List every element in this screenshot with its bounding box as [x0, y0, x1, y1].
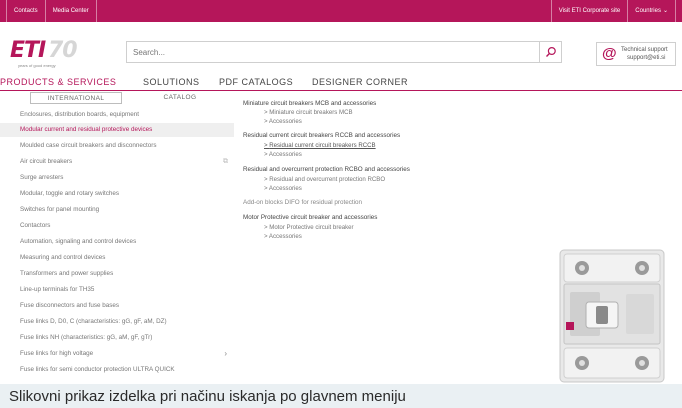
section-title[interactable]: Residual current circuit breakers RCCB a… [243, 132, 400, 139]
logo-tagline: years of good energy [18, 63, 56, 68]
subcategory-link[interactable]: > Accessories [264, 118, 302, 125]
category-label: Automation, signaling and control device… [20, 238, 137, 245]
subcategory-label: Accessories [268, 151, 302, 158]
category-item[interactable]: Fuse links D, D0, C (characteristics: gG… [0, 315, 234, 329]
category-item[interactable]: Measuring and control devices [0, 251, 234, 265]
subcategory-link[interactable]: > Accessories [264, 233, 302, 240]
subcategory-link[interactable]: > Miniature circuit breakers MCB [264, 109, 353, 116]
nav-pdf-catalogs[interactable]: PDF CATALOGS [219, 77, 293, 87]
contacts-link[interactable]: Contacts [6, 0, 46, 22]
category-label: Fuse links for semi conductor protection… [20, 366, 175, 373]
support-email: support@eti.si [627, 55, 666, 61]
subcategory-link[interactable]: > Accessories [264, 185, 302, 192]
category-item[interactable]: Contactors [0, 219, 234, 233]
category-label: Fuse links D, D0, C (characteristics: gG… [20, 318, 167, 325]
nav-solutions[interactable]: SOLUTIONS [143, 77, 200, 87]
subcategory-label: Motor Protective circuit breaker [269, 224, 354, 231]
category-subtabs: INTERNATIONAL CATALOG [0, 92, 234, 106]
category-label: Measuring and control devices [20, 254, 106, 261]
category-item[interactable]: Moulded case circuit breakers and discon… [0, 139, 234, 153]
subcategory-label: Residual current circuit breakers RCCB [269, 142, 376, 149]
category-item[interactable]: Enclosures, distribution boards, equipme… [0, 108, 234, 122]
subtab-catalog[interactable]: CATALOG [150, 92, 210, 104]
main-nav: PRODUCTS & SERVICES SOLUTIONS PDF CATALO… [0, 74, 682, 90]
category-item-selected[interactable]: Modular current and residual protective … [0, 123, 234, 137]
category-label: Switches for panel mounting [20, 206, 100, 213]
section-title[interactable]: Miniature circuit breakers MCB and acces… [243, 100, 376, 107]
category-label: Fuse disconnectors and fuse bases [20, 302, 120, 309]
subcategory-label: Residual and overcurrent protection RCBO [269, 176, 386, 183]
category-label: Modular current and residual protective … [20, 126, 153, 133]
category-item[interactable]: Fuse links for semi conductor protection… [0, 363, 234, 377]
category-label: Line-up terminals for TH35 [20, 286, 95, 293]
category-item[interactable]: Switches for panel mounting [0, 203, 234, 217]
category-item[interactable]: Line-up terminals for TH35 [0, 283, 234, 297]
category-item[interactable]: Automation, signaling and control device… [0, 235, 234, 249]
subcategory-link-hovered[interactable]: > Residual current circuit breakers RCCB [264, 142, 376, 149]
caption-bar: Slikovni prikaz izdelka pri načinu iskan… [0, 384, 682, 408]
subtab-international[interactable]: INTERNATIONAL [30, 92, 122, 104]
category-label: Moulded case circuit breakers and discon… [20, 142, 157, 149]
chevron-down-icon: ⌄ [662, 8, 668, 14]
category-label: Modular, toggle and rotary switches [20, 190, 120, 197]
search-box [126, 41, 562, 63]
rccb-product-image [559, 249, 665, 383]
eti-logo[interactable]: ETI 70 years of good energy [10, 38, 100, 70]
section-title[interactable]: Add-on blocks DIFO for residual protecti… [243, 199, 362, 206]
subcategory-link[interactable]: > Motor Protective circuit breaker [264, 224, 354, 231]
category-label: Fuse links NH (characteristics: gG, aM, … [20, 334, 153, 341]
nav-divider [0, 90, 682, 91]
subcategory-label: Accessories [268, 233, 302, 240]
logo-eti-text: ETI [10, 38, 46, 63]
category-item[interactable]: Fuse links NH (characteristics: gG, aM, … [0, 331, 234, 345]
technical-support-box[interactable]: @ Technical support support@eti.si [596, 42, 676, 66]
countries-dropdown[interactable]: Countries ⌄ [628, 0, 676, 22]
category-label: Contactors [20, 222, 51, 229]
category-item[interactable]: Fuse disconnectors and fuse bases [0, 299, 234, 313]
search-input[interactable] [127, 42, 537, 62]
top-bar: Contacts Media Center Visit ETI Corporat… [0, 0, 682, 22]
logo-anniversary-text: 70 [48, 38, 78, 63]
subcategory-link[interactable]: > Accessories [264, 151, 302, 158]
external-link-icon: ⧉ [223, 158, 228, 165]
support-title: Technical support [621, 47, 668, 53]
subcategory-link[interactable]: > Residual and overcurrent protection RC… [264, 176, 385, 183]
category-item[interactable]: Modular, toggle and rotary switches [0, 187, 234, 201]
at-icon: @ [602, 45, 617, 62]
category-label: Air circuit breakers [20, 158, 73, 165]
category-item[interactable]: Air circuit breakers ⧉ [0, 155, 234, 169]
image-caption: Slikovni prikaz izdelka pri načinu iskan… [9, 388, 406, 405]
chevron-right-icon: › [224, 349, 227, 358]
nav-designer-corner[interactable]: DESIGNER CORNER [312, 77, 408, 87]
subcategory-label: Accessories [268, 185, 302, 192]
category-item[interactable]: Fuse links for high voltage › [0, 347, 234, 361]
category-label: Transformers and power supplies [20, 270, 114, 277]
section-title[interactable]: Residual and overcurrent protection RCBO… [243, 166, 410, 173]
search-button[interactable] [539, 42, 561, 62]
section-title[interactable]: Motor Protective circuit breaker and acc… [243, 214, 377, 221]
subcategory-label: Accessories [268, 118, 302, 125]
category-label: Fuse links for high voltage [20, 350, 94, 357]
category-item[interactable]: Surge arresters [0, 171, 234, 185]
subcategory-label: Miniature circuit breakers MCB [269, 109, 353, 116]
search-icon [545, 46, 556, 57]
nav-products-services[interactable]: PRODUCTS & SERVICES [0, 77, 116, 87]
category-label: Enclosures, distribution boards, equipme… [20, 111, 140, 118]
media-center-link[interactable]: Media Center [46, 0, 97, 22]
category-label: Surge arresters [20, 174, 64, 181]
corporate-site-link[interactable]: Visit ETI Corporate site [550, 0, 629, 22]
countries-label: Countries [635, 8, 661, 14]
category-item[interactable]: Transformers and power supplies [0, 267, 234, 281]
